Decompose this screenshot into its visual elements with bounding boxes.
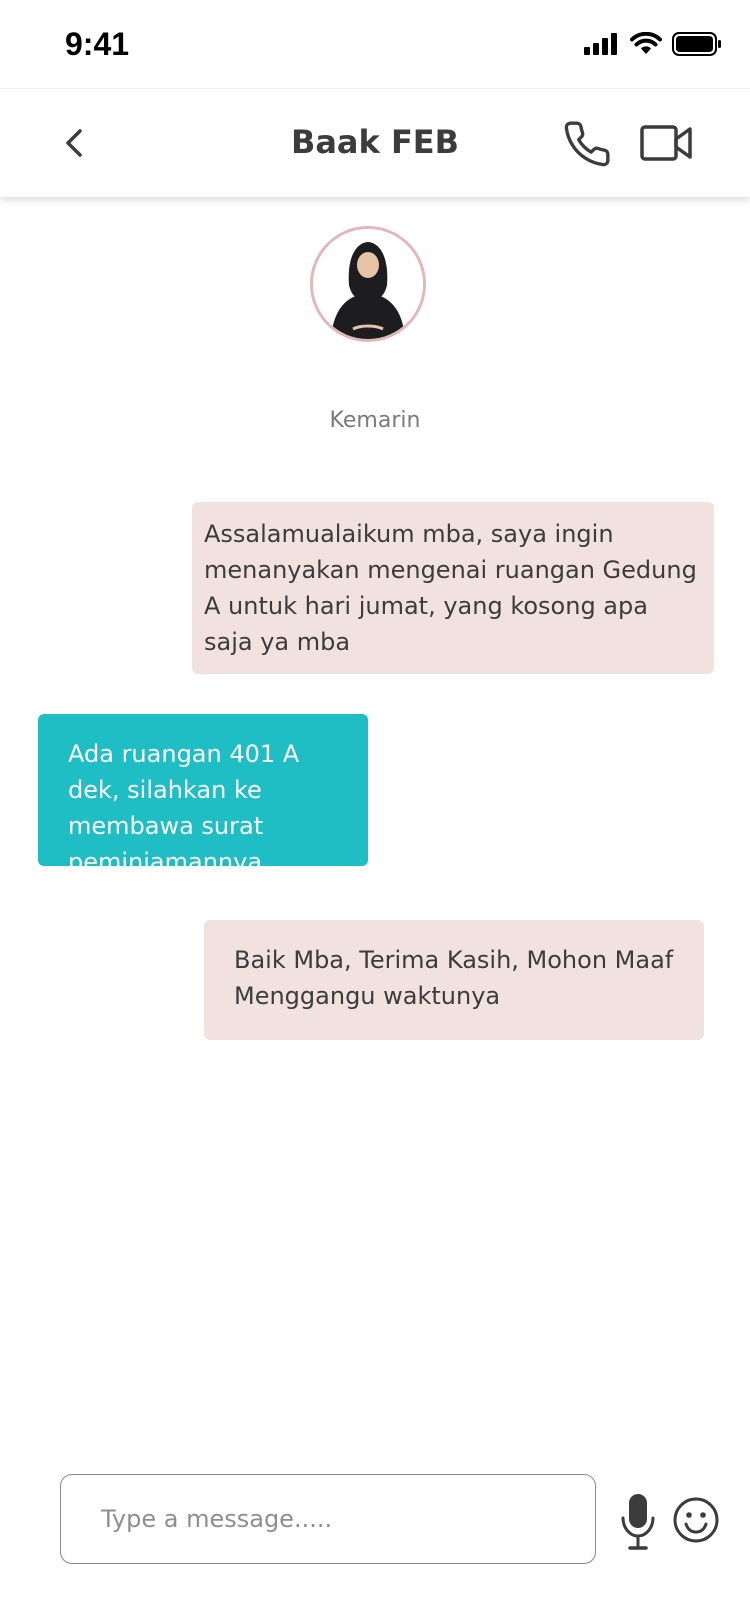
message-input[interactable] (99, 1475, 573, 1563)
video-camera-icon (640, 125, 692, 161)
chat-header: Baak FEB (0, 88, 750, 197)
status-time: 9:41 (65, 26, 130, 62)
smiley-icon (673, 1497, 719, 1543)
phone-icon (564, 121, 610, 167)
status-icons (584, 32, 722, 56)
status-bar: 9:41 (0, 0, 750, 88)
emoji-button[interactable] (672, 1496, 720, 1544)
message-incoming[interactable]: Ada ruangan 401 A dek, silahkan ke memba… (38, 714, 368, 876)
date-separator: Kemarin (329, 408, 421, 433)
video-call-button[interactable] (640, 123, 694, 163)
avatar-photo (313, 229, 423, 339)
signal-icon (584, 33, 617, 55)
message-outgoing[interactable]: Baik Mba, Terima Kasih, Mohon Maaf Mengg… (204, 920, 704, 1040)
message-outgoing[interactable]: Assalamualaikum mba, saya ingin menanyak… (192, 502, 714, 674)
voice-message-button[interactable] (618, 1492, 658, 1552)
message-composer[interactable] (60, 1474, 596, 1564)
contact-name: Baak FEB (290, 123, 460, 161)
message-text: Ada ruangan 401 A dek, silahkan ke memba… (68, 740, 300, 876)
voice-call-button[interactable] (562, 119, 612, 169)
microphone-icon (621, 1494, 655, 1550)
wifi-icon (630, 32, 662, 54)
battery-icon (672, 32, 721, 56)
message-text: Baik Mba, Terima Kasih, Mohon Maaf Mengg… (234, 946, 674, 1010)
message-text: Assalamualaikum mba, saya ingin menanyak… (204, 520, 697, 656)
contact-avatar[interactable] (310, 226, 426, 342)
